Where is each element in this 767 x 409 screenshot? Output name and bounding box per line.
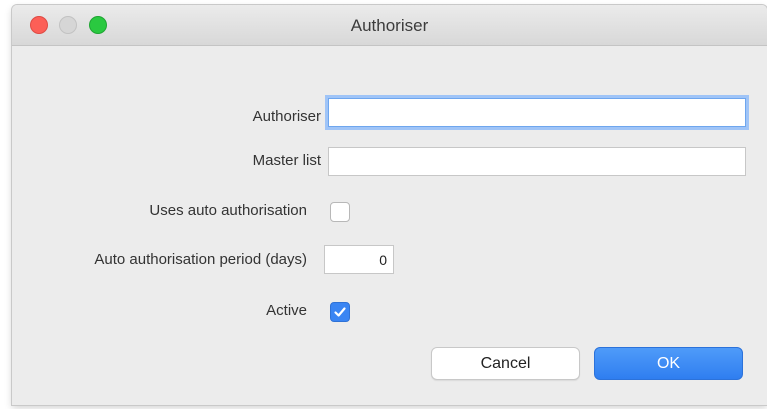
master-list-label: Master list xyxy=(252,152,321,169)
title-bar: Authoriser xyxy=(12,5,767,46)
authoriser-label: Authoriser xyxy=(252,108,321,125)
uses-auto-authorisation-checkbox[interactable] xyxy=(330,202,350,222)
auto-authorisation-period-input[interactable] xyxy=(324,245,394,274)
cancel-button[interactable]: Cancel xyxy=(431,347,580,380)
ok-button[interactable]: OK xyxy=(594,347,743,380)
master-list-input[interactable] xyxy=(328,147,746,176)
active-label: Active xyxy=(266,302,307,319)
active-checkbox[interactable] xyxy=(330,302,350,322)
auto-authorisation-period-label: Auto authorisation period (days) xyxy=(94,251,307,268)
checkmark-icon xyxy=(334,307,346,317)
authoriser-input[interactable] xyxy=(328,98,746,127)
authoriser-dialog: Authoriser Authoriser Master list Uses a… xyxy=(12,5,767,405)
window-title: Authoriser xyxy=(350,16,429,35)
uses-auto-authorisation-label: Uses auto authorisation xyxy=(149,202,307,219)
